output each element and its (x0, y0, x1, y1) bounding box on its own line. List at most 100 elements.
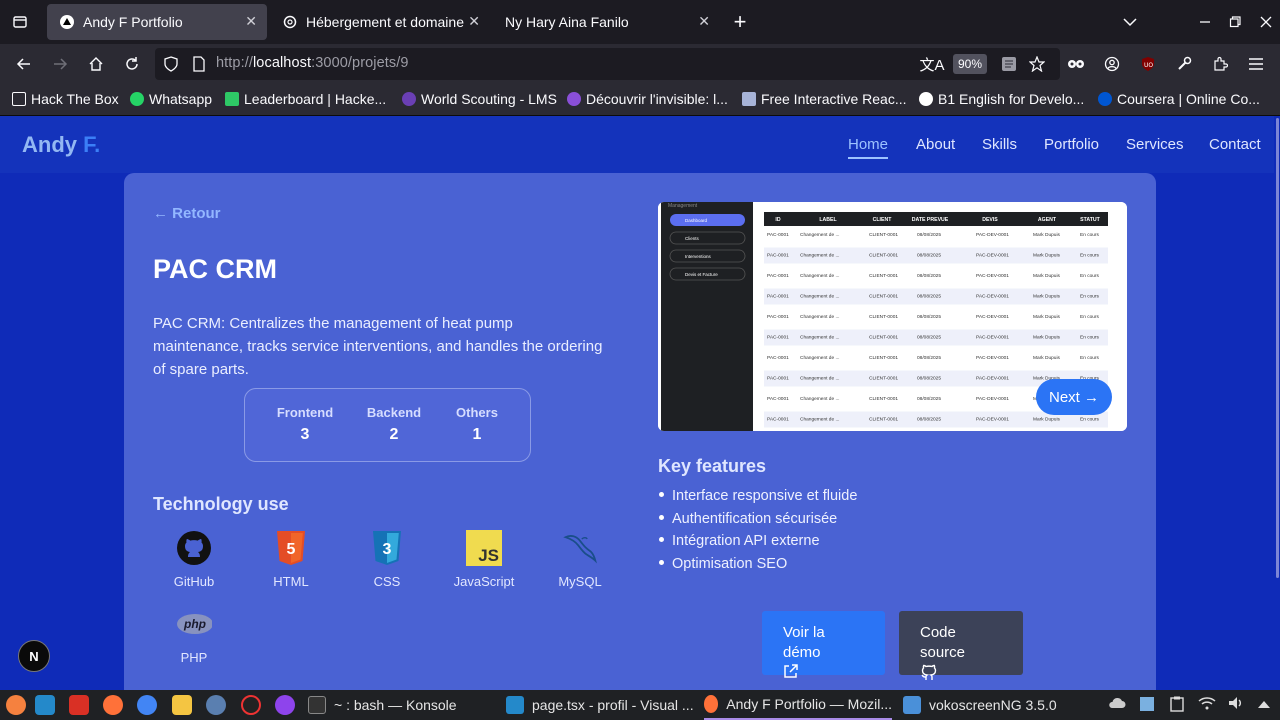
pdf-icon[interactable] (69, 695, 89, 715)
stat-others: Others 1 (456, 405, 498, 443)
bookmark-item[interactable]: B1 English for Develo... (919, 91, 1084, 107)
wrench-icon[interactable] (1170, 50, 1198, 78)
screenshot-cell: PAC-0001 (767, 335, 789, 341)
close-window-icon[interactable] (1252, 8, 1280, 36)
chromium-icon[interactable] (137, 695, 157, 715)
feature-item: Authentification sécurisée (659, 511, 837, 527)
screenshot-icon[interactable] (1139, 696, 1155, 715)
screenshot-cell: En cours (1080, 355, 1100, 361)
tech-github: GitHub (154, 530, 234, 589)
new-tab-button[interactable]: + (726, 8, 754, 36)
triangle-icon (59, 14, 75, 30)
maximize-icon[interactable] (1221, 8, 1249, 36)
tab-list-icon[interactable] (6, 8, 34, 36)
screenshot-cell: CLIENT-0001 (869, 355, 898, 361)
folder-icon[interactable] (172, 695, 192, 715)
screenshot-cell: PAC-0001 (767, 294, 789, 300)
wifi-icon[interactable] (1198, 696, 1216, 713)
reload-icon[interactable] (118, 50, 146, 78)
app-launcher-icon[interactable] (6, 695, 26, 715)
next-button[interactable]: Next → (1036, 379, 1112, 415)
css3-icon: 3 (369, 530, 405, 566)
nextjs-dev-badge[interactable]: N (18, 640, 50, 672)
translate-icon[interactable]: 文A (918, 50, 946, 78)
screenshot-cell: CLIENT-0001 (869, 335, 898, 341)
tab-ny-hary[interactable]: Ny Hary Aina Fanilo ✕ (493, 4, 720, 40)
url-text[interactable]: http://localhost:3000/projets/9 (216, 55, 409, 71)
task-vscode[interactable]: page.tsx - profil - Visual ... (506, 690, 696, 720)
screenshot-cell: CLIENT-0001 (869, 232, 898, 238)
task-vokoscreen[interactable]: vokoscreenNG 3.5.0 (903, 690, 1091, 720)
screenshot-column-header: ID (775, 217, 780, 223)
tab-hebergement[interactable]: Hébergement et domaine ✕ (270, 4, 490, 40)
firefox-icon[interactable] (103, 695, 123, 715)
bookmark-item[interactable]: Whatsapp (130, 91, 212, 107)
nav-portfolio[interactable]: Portfolio (1044, 136, 1099, 153)
screenshot-cell: PAC-DEV-0001 (976, 232, 1009, 238)
close-icon[interactable]: ✕ (245, 13, 257, 30)
bookmark-item[interactable]: Leaderboard | Hacke... (225, 91, 386, 107)
site-logo[interactable]: Andy F. (22, 132, 100, 158)
bookmark-item[interactable]: Découvrir l'invisible: l... (567, 91, 728, 107)
nav-about[interactable]: About (916, 136, 955, 153)
menu-icon[interactable] (1242, 50, 1270, 78)
screenshot-cell: PAC-DEV-0001 (976, 335, 1009, 341)
page-viewport: Andy F. Home About Skills Portfolio Serv… (0, 116, 1274, 690)
chevron-up-icon[interactable] (1257, 696, 1271, 712)
record-icon[interactable] (241, 695, 261, 715)
javascript-icon: JS (466, 530, 502, 566)
screenshot-cell: 08/08/2025 (917, 253, 941, 259)
screenshot-cell: PAC-0001 (767, 396, 789, 402)
settings-icon[interactable] (206, 695, 226, 715)
vscode-icon[interactable] (35, 695, 55, 715)
reader-view-icon[interactable] (995, 50, 1023, 78)
ublock-icon[interactable]: UO (1134, 50, 1162, 78)
nav-skills[interactable]: Skills (982, 136, 1017, 153)
screenshot-cell: CLIENT-0001 (869, 417, 898, 423)
tab-label: Ny Hary Aina Fanilo (505, 14, 629, 30)
zoom-level[interactable]: 90% (953, 54, 987, 74)
extensions-icon[interactable] (1206, 50, 1234, 78)
screenshot-cell: 08/08/2025 (917, 232, 941, 238)
volume-icon[interactable] (1228, 696, 1246, 713)
cloud-icon[interactable] (1108, 696, 1126, 713)
app-icon[interactable] (275, 695, 295, 715)
account-icon[interactable] (1098, 50, 1126, 78)
demo-button[interactable]: Voir la démo (762, 611, 885, 678)
source-code-button[interactable]: Code source (899, 611, 1023, 680)
nav-contact[interactable]: Contact (1209, 136, 1261, 153)
feature-item: Intégration API externe (659, 533, 820, 549)
features-heading: Key features (658, 456, 767, 476)
chevron-down-icon[interactable] (1116, 8, 1144, 36)
page-icon[interactable] (185, 50, 213, 78)
minimize-icon[interactable] (1191, 8, 1219, 36)
bookmark-item[interactable]: Coursera | Online Co... (1098, 91, 1260, 107)
task-firefox[interactable]: Andy F Portfolio — Mozil... (704, 690, 892, 720)
screenshot-cell: PAC-0001 (767, 314, 789, 320)
task-konsole[interactable]: ~ : bash — Konsole (308, 690, 496, 720)
scrollbar-thumb[interactable] (1276, 118, 1279, 578)
screenshot-cell: CLIENT-0001 (869, 396, 898, 402)
bookmark-item[interactable]: World Scouting - LMS (402, 91, 557, 107)
nav-services[interactable]: Services (1126, 136, 1184, 153)
screenshot-column-header: STATUT (1080, 217, 1101, 223)
clipboard-icon[interactable] (1170, 696, 1184, 715)
screenshot-cell: Changement de ... (800, 396, 839, 402)
tab-andy-portfolio[interactable]: Andy F Portfolio ✕ (47, 4, 267, 40)
forward-arrow-icon[interactable] (46, 50, 74, 78)
close-icon[interactable]: ✕ (468, 13, 480, 30)
mask-icon[interactable] (1062, 50, 1090, 78)
nav-home[interactable]: Home (848, 136, 888, 153)
close-icon[interactable]: ✕ (698, 13, 710, 30)
shield-icon[interactable] (157, 50, 185, 78)
star-icon[interactable] (1023, 50, 1051, 78)
tech-css: 3 CSS (347, 530, 427, 589)
back-arrow-icon[interactable] (10, 50, 38, 78)
bookmark-item[interactable]: Hack The Box (12, 91, 119, 107)
back-link[interactable]: ← Retour (153, 205, 221, 222)
screenshot-cell: PAC-DEV-0001 (976, 273, 1009, 279)
bookmark-item[interactable]: Free Interactive Reac... (742, 91, 907, 107)
home-icon[interactable] (82, 50, 110, 78)
screenshot-cell: PAC-0001 (767, 253, 789, 259)
screenshot-cell: 08/08/2025 (917, 335, 941, 341)
